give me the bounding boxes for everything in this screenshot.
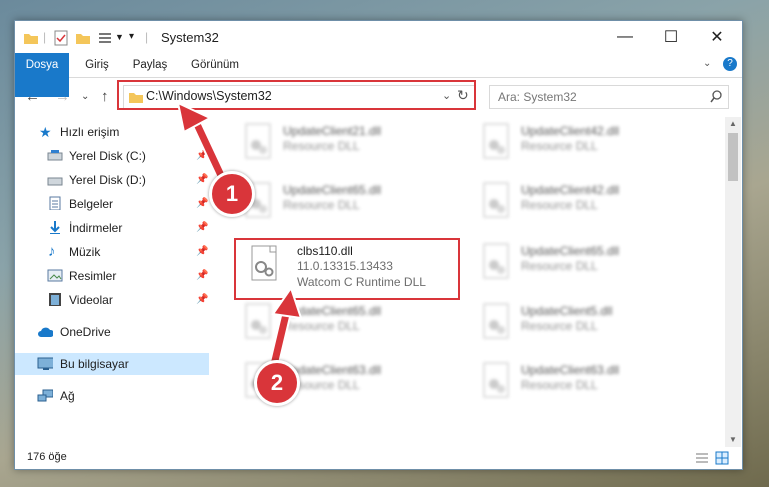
arrow-overlay: [176, 101, 303, 375]
step-marker-2: 2: [254, 360, 300, 406]
arrow-1: [176, 101, 231, 190]
arrow-2: [267, 285, 303, 375]
step-marker-1: 1: [209, 171, 255, 217]
